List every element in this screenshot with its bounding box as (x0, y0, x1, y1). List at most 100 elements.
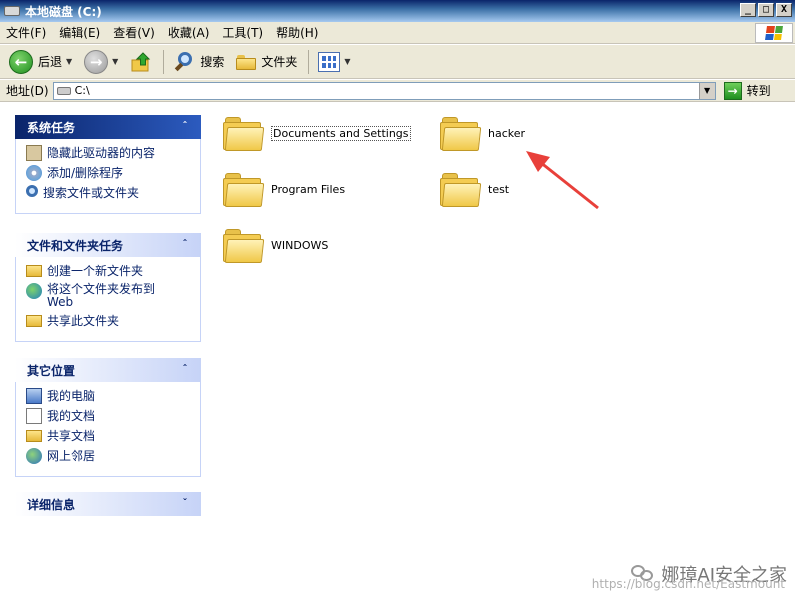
folders-label: 文件夹 (261, 55, 298, 69)
folder-icon (236, 54, 257, 70)
windows-logo (755, 23, 793, 43)
system-tasks-header[interactable]: 系统任务 ˆ (15, 115, 201, 139)
minimize-button[interactable]: _ (740, 3, 756, 17)
menu-edit[interactable]: 编辑(E) (59, 24, 100, 41)
system-tasks-body: 隐藏此驱动器的内容 添加/删除程序 搜索文件或文件夹 (15, 139, 201, 214)
file-tasks-header[interactable]: 文件和文件夹任务 ˆ (15, 233, 201, 257)
drive-icon (56, 86, 71, 95)
menu-file[interactable]: 文件(F) (6, 24, 46, 41)
folder-up-icon (131, 51, 151, 71)
chevron-down-icon[interactable]: ˇ (178, 497, 192, 511)
task-label: 共享文档 (47, 429, 96, 443)
publish-web-icon (26, 283, 42, 299)
maximize-button[interactable]: □ (758, 3, 774, 17)
address-label: 地址(D) (6, 84, 49, 98)
address-input[interactable]: C:\ ▼ (52, 81, 716, 100)
cd-icon (26, 165, 42, 181)
folder-icon (223, 171, 265, 207)
task-label: 网上邻居 (47, 449, 96, 463)
shared-documents-icon (26, 430, 42, 442)
close-button[interactable]: X (776, 3, 792, 17)
task-share-folder[interactable]: 共享此文件夹 (26, 313, 200, 329)
new-folder-icon (26, 265, 42, 277)
folder-icon (223, 115, 265, 151)
menu-help[interactable]: 帮助(H) (276, 24, 318, 41)
chevron-down-icon[interactable]: ▼ (112, 57, 118, 66)
window-controls: _ □ X (740, 3, 792, 17)
drive-icon (4, 6, 20, 16)
other-places-body: 我的电脑 我的文档 共享文档 网上邻居 (15, 382, 201, 477)
panel-title: 其它位置 (27, 363, 76, 378)
back-button[interactable]: ← 后退 ▼ (6, 49, 75, 75)
folder-item[interactable]: hacker (440, 115, 525, 151)
details-header[interactable]: 详细信息 ˇ (15, 492, 201, 516)
menu-tools[interactable]: 工具(T) (222, 24, 263, 41)
place-shared-documents[interactable]: 共享文档 (26, 428, 200, 444)
panel-title: 系统任务 (27, 120, 76, 135)
task-new-folder[interactable]: 创建一个新文件夹 (26, 263, 200, 279)
menu-view[interactable]: 查看(V) (113, 24, 155, 41)
forward-arrow-icon: → (84, 49, 109, 74)
window-title: 本地磁盘 (C:) (25, 4, 102, 19)
search-icon (26, 185, 38, 197)
my-computer-icon (26, 388, 42, 404)
panel-title: 详细信息 (27, 497, 76, 512)
chevron-up-icon[interactable]: ˆ (178, 238, 192, 252)
folder-icon (440, 171, 482, 207)
folders-button[interactable]: 文件夹 (233, 49, 300, 75)
menu-favorites[interactable]: 收藏(A) (168, 24, 210, 41)
toolbar: ← 后退 ▼ → ▼ 搜索 文件夹 ▼ (0, 45, 795, 79)
system-tasks-panel: 系统任务 ˆ 隐藏此驱动器的内容 添加/删除程序 搜索文件或文件夹 (15, 115, 201, 214)
watermark-url: https://blog.csdn.net/Eastmount (591, 577, 785, 591)
place-my-documents[interactable]: 我的文档 (26, 408, 200, 424)
chevron-up-icon[interactable]: ˆ (178, 363, 192, 377)
share-folder-icon (26, 315, 42, 327)
folder-name: test (488, 182, 510, 196)
task-label: 我的电脑 (47, 389, 96, 403)
task-hide-drive-contents[interactable]: 隐藏此驱动器的内容 (26, 145, 200, 161)
search-icon (173, 51, 195, 73)
other-places-header[interactable]: 其它位置 ˆ (15, 358, 201, 382)
chevron-up-icon[interactable]: ˆ (178, 120, 192, 134)
folder-item[interactable]: test (440, 171, 509, 207)
hide-contents-icon (26, 145, 42, 161)
task-add-remove-programs[interactable]: 添加/删除程序 (26, 165, 200, 181)
folder-icon (440, 115, 482, 151)
folder-item[interactable]: WINDOWS (223, 227, 328, 263)
my-documents-icon (26, 408, 42, 424)
folder-icon (223, 227, 265, 263)
task-search-files[interactable]: 搜索文件或文件夹 (26, 185, 200, 201)
views-icon (318, 51, 341, 72)
details-panel: 详细信息 ˇ (15, 492, 201, 516)
folder-name: WINDOWS (271, 238, 329, 252)
address-value: C:\ (74, 84, 90, 97)
address-dropdown-button[interactable]: ▼ (698, 82, 715, 99)
other-places-panel: 其它位置 ˆ 我的电脑 我的文档 共享文档 网上邻居 (15, 358, 201, 477)
search-label: 搜索 (200, 55, 225, 69)
address-bar: 地址(D) C:\ ▼ → 转到 (0, 80, 795, 102)
up-button[interactable] (127, 49, 155, 75)
chevron-down-icon[interactable]: ▼ (344, 57, 350, 66)
task-publish-web[interactable]: 将这个文件夹发布到 Web (26, 283, 200, 309)
task-pane: 系统任务 ˆ 隐藏此驱动器的内容 添加/删除程序 搜索文件或文件夹 文件和文件夹… (0, 103, 215, 597)
folder-name: Program Files (271, 182, 346, 196)
task-label: 共享此文件夹 (47, 314, 120, 328)
place-my-computer[interactable]: 我的电脑 (26, 388, 200, 404)
forward-button[interactable]: → ▼ (81, 49, 121, 75)
toolbar-separator (163, 49, 165, 74)
search-button[interactable]: 搜索 (170, 49, 227, 75)
go-label: 转到 (746, 84, 771, 98)
task-label: 搜索文件或文件夹 (43, 186, 140, 200)
toolbar-separator (308, 49, 310, 74)
task-label: 隐藏此驱动器的内容 (47, 146, 156, 160)
chevron-down-icon[interactable]: ▼ (66, 57, 72, 66)
folder-item[interactable]: Program Files (223, 171, 345, 207)
folder-item[interactable]: Documents and Settings (223, 115, 411, 151)
menu-bar: 文件(F) 编辑(E) 查看(V) 收藏(A) 工具(T) 帮助(H) (0, 22, 795, 44)
views-button[interactable]: ▼ (315, 49, 353, 75)
place-network[interactable]: 网上邻居 (26, 448, 200, 464)
task-label: 创建一个新文件夹 (47, 264, 144, 278)
go-button[interactable]: → 转到 (723, 81, 771, 100)
task-label: 添加/删除程序 (47, 166, 124, 180)
network-icon (26, 448, 42, 464)
